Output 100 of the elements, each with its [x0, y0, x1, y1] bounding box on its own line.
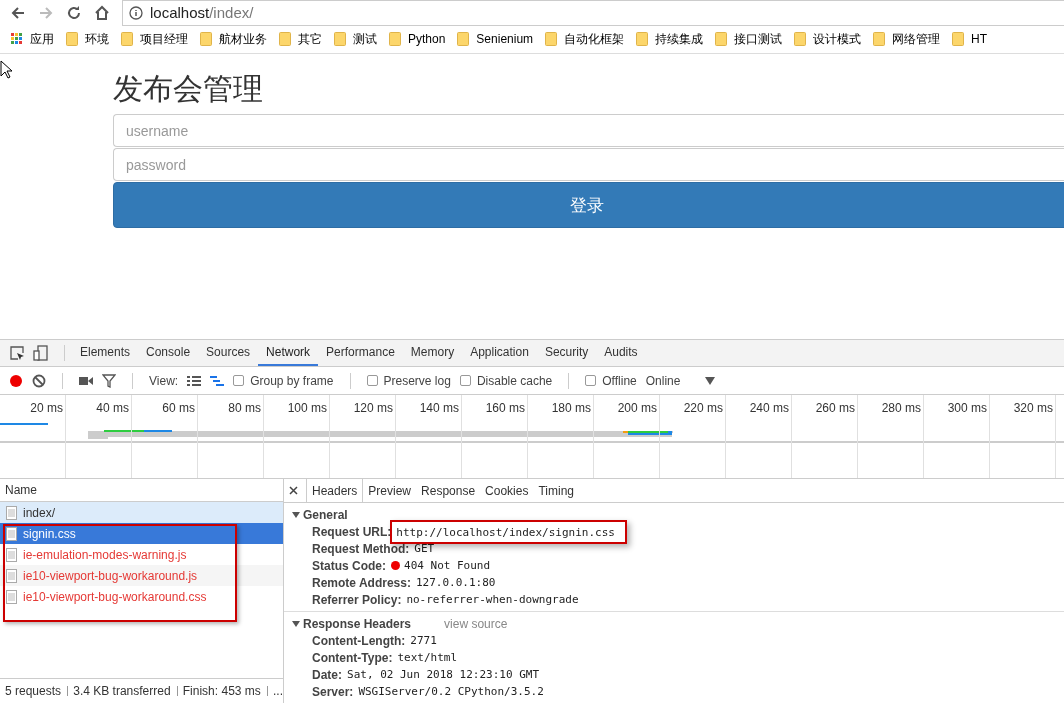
expanded-triangle-icon[interactable]: [292, 511, 300, 519]
detail-tab[interactable]: Timing: [533, 479, 579, 502]
time-tick-label: 220 ms: [683, 401, 723, 415]
inspect-icon[interactable]: [9, 345, 25, 361]
devtools-tab[interactable]: Console: [138, 340, 199, 366]
waterfall-view-icon[interactable]: [210, 375, 225, 386]
clear-icon[interactable]: [32, 373, 46, 388]
header-name: Date:: [312, 667, 342, 682]
view-source-link[interactable]: view source: [444, 617, 508, 631]
bookmark-item[interactable]: 设计模式: [794, 30, 862, 48]
time-tick-label: 40 ms: [96, 401, 129, 415]
bookmark-item[interactable]: Python: [389, 32, 446, 46]
file-icon: [6, 505, 17, 520]
detail-tab[interactable]: Cookies: [480, 479, 534, 502]
file-icon: [6, 526, 17, 541]
header-value: 2771: [410, 634, 437, 647]
close-icon[interactable]: [289, 486, 298, 495]
request-row[interactable]: ie10-viewport-bug-workaround.css: [0, 586, 283, 607]
bookmark-item[interactable]: Senienium: [457, 32, 534, 46]
devtools-tab[interactable]: Network: [258, 340, 319, 366]
address-bar[interactable]: localhost/index/: [122, 0, 1064, 26]
bookmark-item[interactable]: 接口测试: [715, 30, 783, 48]
list-view-icon[interactable]: [187, 375, 202, 386]
devtools-tab[interactable]: Audits: [596, 340, 646, 366]
devtools-tab[interactable]: Application: [462, 340, 537, 366]
bookmark-item[interactable]: 航材业务: [200, 30, 267, 48]
header-name: Remote Address:: [312, 575, 411, 590]
bookmark-item[interactable]: 项目经理: [121, 30, 188, 48]
detail-tab[interactable]: Response: [416, 479, 481, 502]
time-tick-label: 320 ms: [1013, 401, 1053, 415]
bookmark-item[interactable]: 网络管理: [873, 30, 941, 48]
time-tick-label: 160 ms: [485, 401, 525, 415]
header-name: Status Code:: [312, 558, 386, 573]
folder-icon: [457, 32, 470, 46]
header-name: Content-Type:: [312, 650, 393, 665]
header-value: 404 Not Found: [404, 559, 491, 572]
time-tick-label: 300 ms: [947, 401, 987, 415]
dropdown-caret-icon[interactable]: [705, 376, 716, 385]
checkbox[interactable]: [585, 375, 597, 386]
bookmark-item[interactable]: 持续集成: [636, 30, 704, 48]
header-value: text/html: [397, 651, 458, 664]
page-title: 发布会管理: [113, 72, 264, 106]
info-icon: [129, 5, 143, 20]
time-tick-label: 80 ms: [228, 401, 261, 415]
password-field[interactable]: password: [113, 148, 1064, 181]
status-text: Finish: 453 ms: [182, 684, 261, 698]
expanded-triangle-icon[interactable]: [292, 620, 300, 628]
folder-icon: [636, 32, 649, 46]
bookmark-item[interactable]: 环境: [66, 30, 109, 48]
folder-icon: [794, 32, 807, 46]
reload-icon[interactable]: [66, 4, 82, 21]
header-value: GET: [414, 542, 435, 555]
time-tick-label: 280 ms: [881, 401, 921, 415]
bookmark-item[interactable]: HT: [952, 32, 988, 46]
home-icon[interactable]: [94, 4, 110, 21]
bookmark-item[interactable]: 自动化框架: [545, 30, 625, 48]
time-tick-label: 260 ms: [815, 401, 855, 415]
folder-icon: [389, 32, 401, 46]
bookmark-item[interactable]: 应用: [11, 30, 54, 48]
detail-tab[interactable]: Preview: [363, 479, 417, 502]
bookmark-item[interactable]: 其它: [279, 30, 322, 48]
request-row[interactable]: ie10-viewport-bug-workaround.js: [0, 565, 283, 586]
devtools-tab[interactable]: Performance: [318, 340, 403, 366]
checkbox[interactable]: [366, 375, 378, 386]
checkbox[interactable]: [459, 375, 471, 386]
devtools-tab[interactable]: Security: [536, 340, 597, 366]
header-name: Request URL:: [312, 524, 392, 539]
url-text: localhost/index/: [150, 4, 254, 21]
folder-icon: [715, 32, 728, 46]
bookmark-item[interactable]: 测试: [334, 30, 377, 48]
header-name: Content-Length:: [312, 633, 406, 648]
devtools-tab[interactable]: Memory: [402, 340, 463, 366]
folder-icon: [121, 32, 133, 46]
time-tick-label: 140 ms: [419, 401, 459, 415]
folder-icon: [334, 32, 346, 46]
detail-tab[interactable]: Headers: [306, 479, 364, 502]
header-name: Referrer Policy:: [312, 592, 402, 607]
request-row[interactable]: index/: [0, 502, 283, 523]
username-field[interactable]: username: [113, 114, 1064, 147]
devtools-tab[interactable]: Elements: [72, 340, 139, 366]
time-tick-label: 240 ms: [749, 401, 789, 415]
request-row[interactable]: ie-emulation-modes-warning.js: [0, 544, 283, 565]
device-toolbar-icon[interactable]: [33, 345, 49, 361]
apps-grid-icon: [11, 33, 23, 45]
checkbox-label: Group by frame: [250, 373, 334, 388]
folder-icon: [545, 32, 558, 46]
throttling-dropdown[interactable]: Online: [645, 373, 681, 388]
folder-icon: [952, 32, 965, 46]
status-text: ...: [273, 684, 283, 698]
filter-icon[interactable]: [102, 373, 116, 388]
video-camera-icon[interactable]: [79, 375, 93, 386]
checkbox[interactable]: [233, 375, 245, 386]
folder-icon: [66, 32, 78, 46]
devtools-tab[interactable]: Sources: [198, 340, 259, 366]
record-icon[interactable]: [9, 373, 23, 388]
checkbox-label: Preserve log: [383, 373, 451, 388]
request-row[interactable]: signin.css: [0, 523, 283, 544]
status-dot: [391, 561, 400, 570]
login-button[interactable]: 登录: [113, 182, 1064, 228]
back-icon[interactable]: [10, 4, 26, 21]
